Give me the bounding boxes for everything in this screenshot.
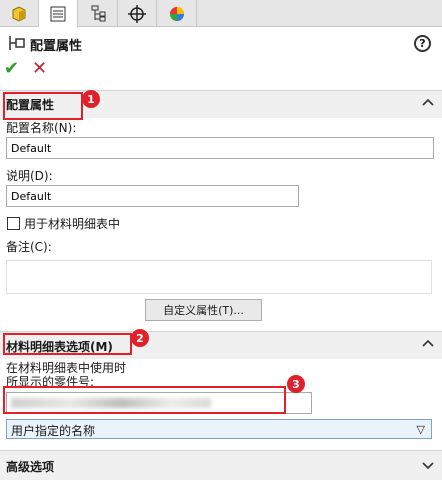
configurationmanager-icon	[91, 5, 106, 21]
page-title: 配置属性	[30, 39, 83, 54]
part-number-source-select[interactable]: 用户指定的名称 ▽	[6, 419, 432, 439]
use-in-bom-label: 用于材料明细表中	[24, 217, 121, 231]
chevron-up-icon	[422, 98, 434, 106]
config-name-input[interactable]	[6, 137, 434, 159]
help-icon[interactable]: ?	[414, 35, 431, 52]
featuremanager-icon	[12, 5, 26, 22]
tab-dimxpert[interactable]	[118, 0, 157, 27]
notes-textarea[interactable]	[6, 260, 432, 294]
tab-displaymanager[interactable]	[158, 0, 197, 27]
advanced-options-group-title: 高级选项	[6, 460, 55, 474]
description-input[interactable]	[6, 185, 299, 207]
callout-box-1	[3, 92, 83, 120]
custom-properties-button[interactable]: 自定义属性(T)...	[145, 299, 262, 321]
property-manager-tabbar	[0, 0, 442, 28]
chevron-up-icon	[422, 339, 434, 347]
callout-badge-2: 2	[131, 329, 149, 347]
callout-box-3	[3, 386, 286, 414]
part-number-source-value: 用户指定的名称	[11, 424, 96, 438]
notes-label: 备注(C):	[6, 240, 52, 254]
callout-badge-1: 1	[82, 90, 100, 108]
description-label: 说明(D):	[6, 169, 53, 183]
cancel-x-icon[interactable]: ✕	[32, 58, 47, 79]
tab-propertymanager[interactable]	[39, 0, 78, 28]
crosshair-icon	[128, 4, 146, 23]
chevron-down-icon	[422, 462, 434, 470]
propertymanager-icon	[50, 6, 66, 22]
displaymanager-icon	[170, 6, 184, 21]
configuration-icon	[9, 36, 25, 50]
callout-badge-3: 3	[287, 375, 305, 393]
chevron-down-icon: ▽	[416, 423, 425, 436]
callout-box-2	[3, 333, 132, 355]
config-name-label: 配置名称(N):	[6, 121, 77, 135]
tab-featuremanager[interactable]	[0, 0, 39, 27]
use-in-bom-checkbox[interactable]	[7, 217, 20, 230]
tab-configurationmanager[interactable]	[79, 0, 118, 27]
ok-check-icon[interactable]: ✔	[4, 58, 19, 79]
advanced-options-group-header[interactable]: 高级选项	[0, 450, 442, 480]
